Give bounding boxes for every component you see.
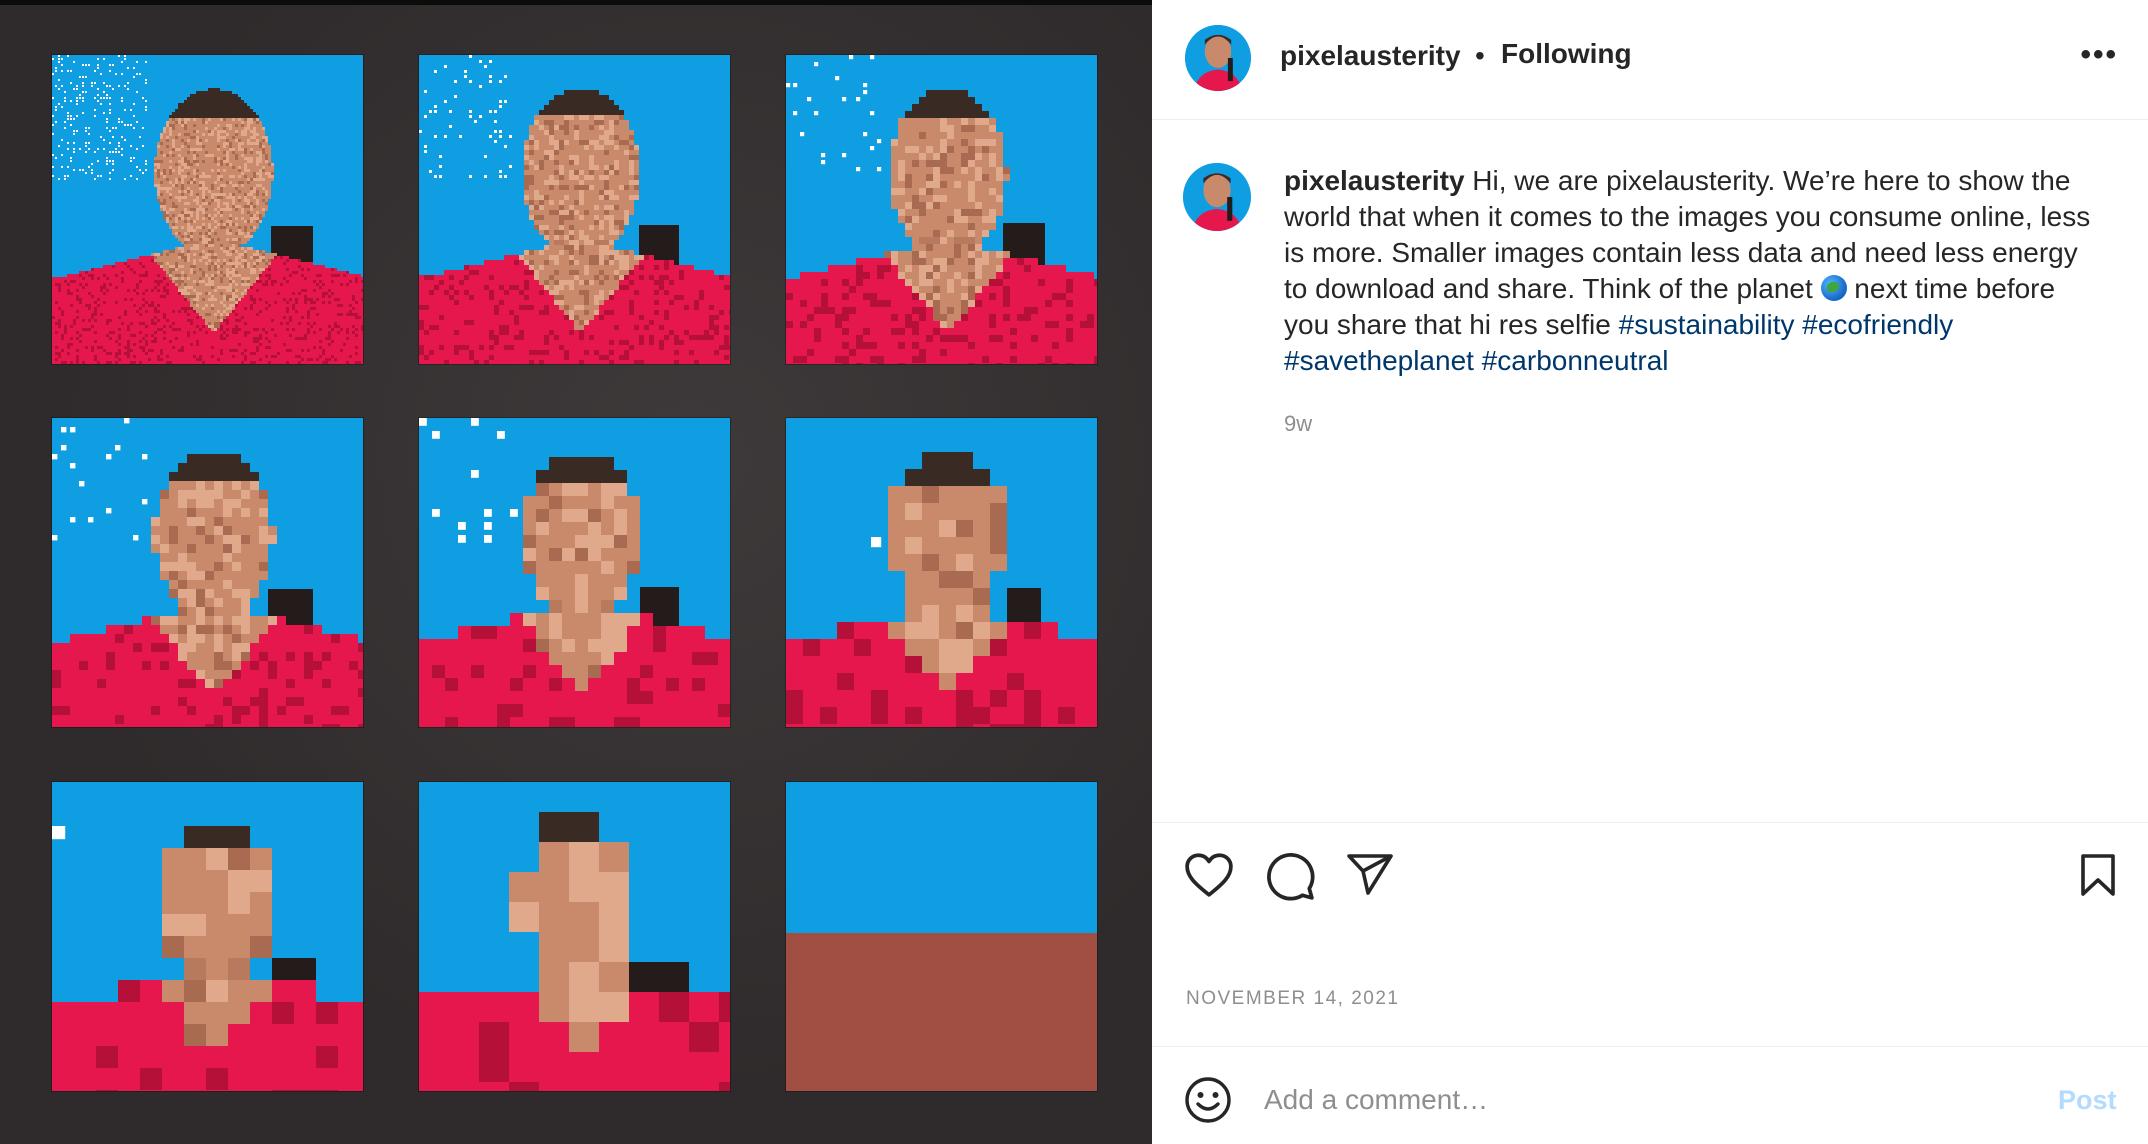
media-tile: [52, 418, 363, 727]
heart-icon[interactable]: [1184, 852, 1234, 898]
media-tile: [419, 782, 730, 1091]
paper-plane-icon[interactable]: [1346, 853, 1394, 897]
media-tile: [419, 418, 730, 727]
avatar-image: [1185, 25, 1251, 91]
media-tile: [52, 782, 363, 1091]
post-header: pixelausterity • Following •••: [1152, 0, 2148, 120]
pixelated-portrait: [786, 782, 1097, 1091]
pixelated-portrait: [419, 418, 730, 727]
media-tile: [786, 418, 1097, 727]
avatar[interactable]: [1185, 25, 1251, 91]
pixelated-portrait: [786, 55, 1097, 364]
smiley-icon[interactable]: [1184, 1076, 1232, 1124]
media-tile: [786, 55, 1097, 364]
comment-bubble-icon[interactable]: [1265, 851, 1315, 901]
avatar-image: [1183, 163, 1251, 231]
post-media[interactable]: [0, 5, 1152, 1144]
post-comment-button[interactable]: Post: [2058, 1085, 2117, 1116]
post-date: NOVEMBER 14, 2021: [1186, 988, 1400, 1009]
comment-input[interactable]: [1264, 1078, 1964, 1122]
post-caption: pixelausterity Hi, we are pixelausterity…: [1284, 163, 2104, 379]
username-link[interactable]: pixelausterity: [1280, 40, 1461, 72]
hashtag-link[interactable]: #carbonneutral: [1482, 345, 1669, 376]
more-options-icon[interactable]: •••: [2080, 38, 2118, 72]
pixelated-portrait: [52, 55, 363, 364]
separator-dot: •: [1475, 40, 1485, 71]
pixelated-portrait: [419, 55, 730, 364]
bookmark-icon[interactable]: [2078, 853, 2118, 897]
hashtag-link[interactable]: #savetheplanet: [1284, 345, 1474, 376]
hashtag-link[interactable]: #ecofriendly: [1802, 309, 1953, 340]
post-panel: pixelausterity • Following ••• pixelaust…: [1152, 0, 2148, 1144]
pixelated-portrait: [786, 418, 1097, 727]
pixelated-portrait: [419, 782, 730, 1091]
caption-username-link[interactable]: pixelausterity: [1284, 165, 1465, 196]
hashtag-link[interactable]: #sustainability: [1619, 309, 1795, 340]
following-button[interactable]: Following: [1501, 38, 1632, 70]
actions-divider: [1152, 822, 2148, 823]
caption-avatar[interactable]: [1183, 163, 1251, 231]
media-tile: [419, 55, 730, 364]
pixelated-portrait: [52, 782, 363, 1091]
pixelated-portrait: [52, 418, 363, 727]
time-ago[interactable]: 9w: [1284, 411, 1312, 437]
comment-divider: [1152, 1046, 2148, 1047]
media-tile: [52, 55, 363, 364]
globe-emoji-icon: [1820, 275, 1847, 301]
media-tile: [786, 782, 1097, 1091]
